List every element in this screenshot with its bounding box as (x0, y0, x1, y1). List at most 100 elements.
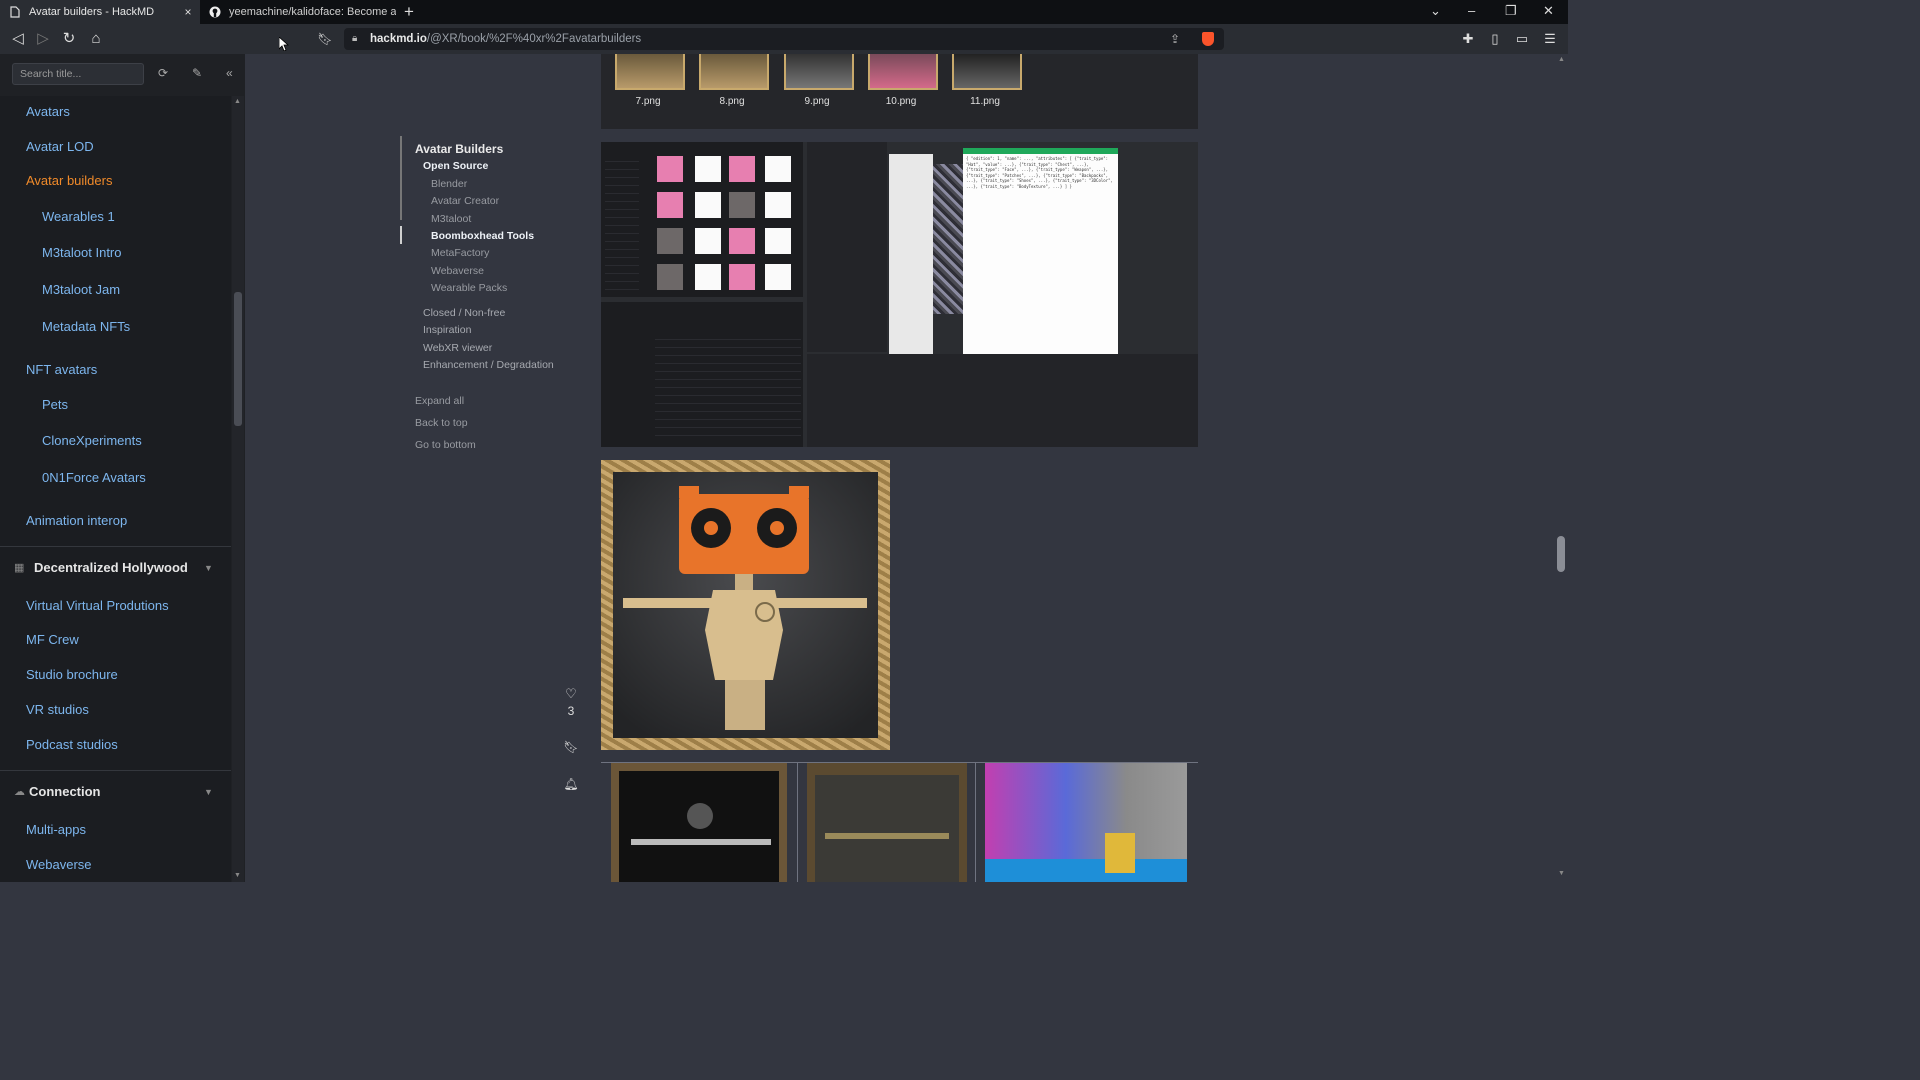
robot-arms (825, 833, 949, 839)
thumbnail-tile (729, 264, 755, 290)
gallery-image (985, 763, 1187, 882)
sidebar-item-0n1force-avatars[interactable]: 0N1Force Avatars (42, 470, 146, 485)
thumbnail-tile (765, 192, 791, 218)
scroll-up-icon[interactable]: ▲ (234, 98, 241, 105)
sidebar-item-metadata-nfts[interactable]: Metadata NFTs (42, 319, 130, 334)
tools-screenshot-image: { "edition": 1, "name": ..., "attributes… (601, 142, 1198, 447)
extensions-icon[interactable]: ✚ (1459, 30, 1477, 48)
scroll-down-icon[interactable]: ▼ (1558, 870, 1565, 877)
thumbnail-image (952, 54, 1022, 90)
sidebar-item-multi-apps[interactable]: Multi-apps (26, 822, 86, 837)
tab-github[interactable]: yeemachine/kalidoface: Become a virt (200, 0, 396, 24)
navigation-bar: ◁ ▷ ↻ ⌂ 🔖︎ 🔒︎ hackmd.io/@XR/book/%2F%40x… (0, 24, 1568, 54)
toc-open-source[interactable]: Open Source (423, 160, 488, 172)
document-icon (10, 6, 20, 18)
bookmark-page-icon[interactable]: 🔖︎ (316, 30, 334, 48)
toc-title[interactable]: Avatar Builders (415, 142, 503, 156)
page-scrollbar[interactable]: ▲ ▼ (1555, 54, 1568, 882)
robot-head (687, 803, 713, 829)
edit-pencil-icon[interactable]: ✎ (192, 66, 202, 80)
collapse-sidebar-icon[interactable]: « (226, 66, 233, 80)
sidebar-item-studio-brochure[interactable]: Studio brochure (26, 667, 118, 682)
gallery-divider (975, 763, 976, 882)
tab-search-icon[interactable]: ⌄ (1430, 3, 1441, 19)
page-scroll-thumb[interactable] (1557, 536, 1565, 572)
home-icon[interactable]: ⌂ (87, 30, 105, 48)
back-to-top-link[interactable]: Back to top (415, 417, 468, 429)
address-bar[interactable]: 🔒︎ hackmd.io/@XR/book/%2F%40xr%2Favatarb… (344, 28, 1224, 50)
scroll-up-icon[interactable]: ▲ (1558, 56, 1565, 63)
thumbnail-label: 9.png (804, 96, 830, 107)
restore-icon[interactable]: ❐ (1505, 3, 1517, 19)
toc-item-boomboxhead-tools[interactable]: Boomboxhead Tools (431, 230, 534, 242)
sidebar-item-avatar-builders[interactable]: Avatar builders (26, 173, 112, 188)
toc-item-webaverse[interactable]: Webaverse (431, 265, 484, 277)
sidebar-scrollbar[interactable]: ▲ ▼ (232, 96, 244, 882)
sidebar-item-vr-studios[interactable]: VR studios (26, 702, 89, 717)
chevron-down-icon[interactable]: ▼ (204, 563, 213, 573)
section-decentralized-hollywood[interactable]: ▦ Decentralized Hollywood ▼ (0, 546, 231, 591)
document-view: 7.png 8.png 9.png 10.png 11.png Avatar B… (245, 54, 1555, 882)
sidebar-toggle-icon[interactable]: ▯ (1486, 30, 1504, 48)
gallery-divider (797, 763, 798, 882)
reload-icon[interactable]: ↻ (60, 30, 78, 48)
thumbnail-tile (657, 156, 683, 182)
sidebar-item-m3taloot-jam[interactable]: M3taloot Jam (42, 282, 120, 297)
bookmark-icon[interactable]: 🔖︎ (563, 740, 579, 754)
sidebar-item-virtual-productions[interactable]: Virtual Virtual Produtions (26, 598, 169, 613)
toc-enhancement-degradation[interactable]: Enhancement / Degradation (423, 359, 554, 371)
scroll-down-icon[interactable]: ▼ (234, 872, 241, 879)
tab-title: yeemachine/kalidoface: Become a virt (229, 6, 396, 18)
sidebar-item-wearables-1[interactable]: Wearables 1 (42, 209, 115, 224)
texture-preview (933, 164, 963, 314)
forward-icon[interactable]: ▷ (34, 30, 52, 48)
sidebar-item-pets[interactable]: Pets (42, 397, 68, 412)
brave-shields-icon[interactable] (1202, 32, 1214, 46)
tab-hackmd[interactable]: Avatar builders - HackMD × (0, 0, 200, 24)
wallet-icon[interactable]: ▭ (1513, 30, 1531, 48)
toc-inspiration[interactable]: Inspiration (423, 324, 471, 336)
refresh-icon[interactable]: ⟳ (158, 66, 168, 80)
mouse-cursor-icon (279, 37, 289, 51)
bell-icon[interactable]: 🔔︎ (563, 777, 579, 791)
share-icon[interactable]: ⇪ (1170, 28, 1180, 50)
go-to-bottom-link[interactable]: Go to bottom (415, 439, 476, 451)
toc-item-wearable-packs[interactable]: Wearable Packs (431, 282, 507, 294)
search-title-input[interactable] (12, 63, 144, 85)
toc-item-metafactory[interactable]: MetaFactory (431, 247, 489, 259)
thumbnail-tile (729, 192, 755, 218)
sidebar-item-avatars[interactable]: Avatars (26, 104, 70, 119)
sidebar-item-animation-interop[interactable]: Animation interop (26, 513, 127, 528)
menu-icon[interactable]: ☰ (1541, 30, 1559, 48)
new-tab-button[interactable]: + (404, 2, 414, 22)
gallery-image (807, 763, 967, 882)
sidebar-item-avatar-lod[interactable]: Avatar LOD (26, 139, 94, 154)
toc-webxr-viewer[interactable]: WebXR viewer (423, 342, 492, 354)
heart-icon[interactable]: ♡ (563, 686, 579, 702)
expand-all-link[interactable]: Expand all (415, 395, 464, 407)
toc-item-blender[interactable]: Blender (431, 178, 467, 190)
chevron-down-icon[interactable]: ▼ (204, 787, 213, 797)
file-list-rows (655, 332, 801, 436)
minimize-icon[interactable]: – (1468, 3, 1475, 18)
lock-icon: 🔒︎ (352, 33, 358, 44)
unity-hierarchy-panel (807, 142, 887, 352)
sidebar-item-mf-crew[interactable]: MF Crew (26, 632, 79, 647)
tab-close-button[interactable]: × (180, 5, 196, 19)
back-icon[interactable]: ◁ (9, 30, 27, 48)
sidebar-item-nft-avatars[interactable]: NFT avatars (26, 362, 97, 377)
thumbnail-tile (765, 228, 791, 254)
section-connection[interactable]: ☁ Connection ▼ (0, 770, 231, 815)
toc-closed-non-free[interactable]: Closed / Non-free (423, 307, 505, 319)
close-window-icon[interactable]: ✕ (1543, 3, 1554, 19)
sidebar-header: ⟳ ✎ « (0, 54, 245, 96)
toc-item-m3taloot[interactable]: M3taloot (431, 213, 471, 225)
sidebar-item-podcast-studios[interactable]: Podcast studios (26, 737, 118, 752)
toc-current-marker (400, 226, 402, 244)
sidebar-item-webaverse[interactable]: Webaverse (26, 857, 92, 872)
sidebar-item-m3taloot-intro[interactable]: M3taloot Intro (42, 245, 122, 260)
project-panel (807, 354, 1198, 447)
toc-item-avatar-creator[interactable]: Avatar Creator (431, 195, 499, 207)
sidebar-item-clonexperiments[interactable]: CloneXperiments (42, 433, 142, 448)
sidebar-scroll-thumb[interactable] (234, 292, 242, 426)
